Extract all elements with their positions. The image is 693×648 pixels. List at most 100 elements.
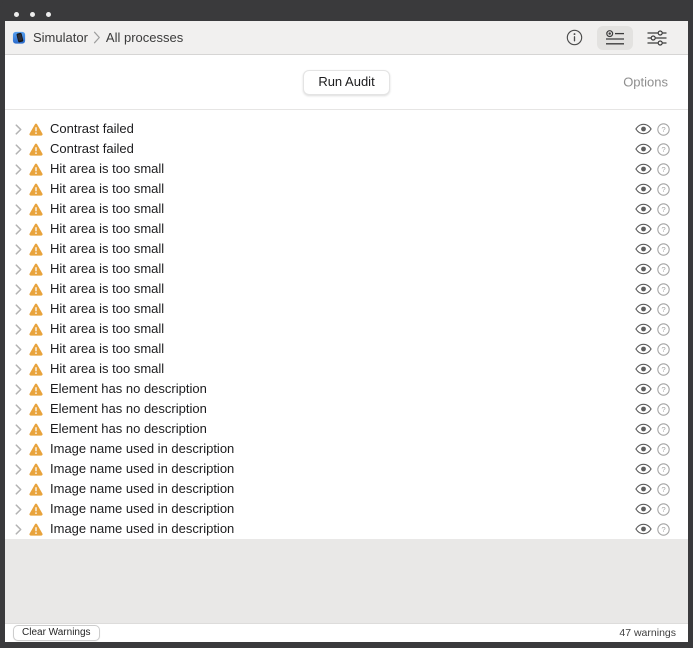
breadcrumb-app[interactable]: Simulator: [33, 30, 88, 45]
question-mark-icon[interactable]: ?: [657, 122, 670, 136]
eye-icon[interactable]: [635, 483, 652, 495]
chevron-right-icon[interactable]: [15, 503, 23, 515]
warning-row[interactable]: Image name used in description ?: [5, 459, 688, 479]
info-button[interactable]: [558, 26, 591, 50]
eye-icon[interactable]: [635, 503, 652, 515]
eye-icon[interactable]: [635, 243, 652, 255]
chevron-right-icon[interactable]: [15, 263, 23, 275]
chevron-right-icon[interactable]: [15, 443, 23, 455]
chevron-right-icon[interactable]: [15, 363, 23, 375]
warning-row[interactable]: Hit area is too small ?: [5, 199, 688, 219]
eye-icon[interactable]: [635, 383, 652, 395]
eye-icon[interactable]: [635, 323, 652, 335]
chevron-right-icon[interactable]: [15, 283, 23, 295]
question-mark-icon[interactable]: ?: [657, 462, 670, 476]
chevron-right-icon[interactable]: [15, 423, 23, 435]
eye-icon[interactable]: [635, 183, 652, 195]
question-mark-icon[interactable]: ?: [657, 442, 670, 456]
question-mark-icon[interactable]: ?: [657, 182, 670, 196]
question-mark-icon[interactable]: ?: [657, 302, 670, 316]
question-mark-icon[interactable]: ?: [657, 482, 670, 496]
warning-row[interactable]: Contrast failed ?: [5, 119, 688, 139]
warning-row[interactable]: Image name used in description ?: [5, 439, 688, 459]
chevron-right-icon[interactable]: [15, 163, 23, 175]
eye-icon[interactable]: [635, 123, 652, 135]
eye-icon[interactable]: [635, 223, 652, 235]
warning-row[interactable]: Hit area is too small ?: [5, 179, 688, 199]
eye-icon[interactable]: [635, 203, 652, 215]
warning-row[interactable]: Image name used in description ?: [5, 479, 688, 499]
eye-icon[interactable]: [635, 143, 652, 155]
breadcrumb-target[interactable]: All processes: [106, 30, 183, 45]
warning-row[interactable]: Element has no description ?: [5, 399, 688, 419]
eye-icon[interactable]: [635, 163, 652, 175]
question-mark-icon[interactable]: ?: [657, 402, 670, 416]
question-mark-icon[interactable]: ?: [657, 322, 670, 336]
warning-row[interactable]: Image name used in description ?: [5, 519, 688, 539]
question-mark-icon[interactable]: ?: [657, 142, 670, 156]
chevron-right-icon[interactable]: [15, 323, 23, 335]
warning-triangle-icon: [29, 363, 43, 376]
warning-row[interactable]: Hit area is too small ?: [5, 259, 688, 279]
window-minimize-button[interactable]: [30, 12, 35, 17]
audit-button[interactable]: [597, 25, 633, 50]
chevron-right-icon[interactable]: [15, 243, 23, 255]
eye-icon[interactable]: [635, 283, 652, 295]
options-button[interactable]: Options: [623, 75, 668, 90]
eye-icon[interactable]: [635, 443, 652, 455]
warning-triangle-icon: [29, 283, 43, 296]
window-close-button[interactable]: [14, 12, 19, 17]
chevron-right-icon[interactable]: [15, 343, 23, 355]
question-mark-icon[interactable]: ?: [657, 522, 670, 536]
warning-row[interactable]: Hit area is too small ?: [5, 279, 688, 299]
question-mark-icon[interactable]: ?: [657, 222, 670, 236]
question-mark-icon[interactable]: ?: [657, 242, 670, 256]
window-zoom-button[interactable]: [46, 12, 51, 17]
clear-warnings-button[interactable]: Clear Warnings: [13, 625, 100, 641]
warning-row[interactable]: Element has no description ?: [5, 419, 688, 439]
chevron-right-icon[interactable]: [15, 183, 23, 195]
audit-header: Run Audit Options: [5, 55, 688, 110]
question-mark-icon[interactable]: ?: [657, 422, 670, 436]
question-mark-icon[interactable]: ?: [657, 202, 670, 216]
eye-icon[interactable]: [635, 523, 652, 535]
run-audit-button[interactable]: Run Audit: [303, 69, 390, 95]
eye-icon[interactable]: [635, 303, 652, 315]
question-mark-icon[interactable]: ?: [657, 502, 670, 516]
question-mark-icon[interactable]: ?: [657, 362, 670, 376]
warning-row[interactable]: Hit area is too small ?: [5, 299, 688, 319]
warning-row[interactable]: Element has no description ?: [5, 379, 688, 399]
warning-row[interactable]: Hit area is too small ?: [5, 359, 688, 379]
audit-checklist-icon: [605, 29, 625, 46]
chevron-right-icon[interactable]: [15, 203, 23, 215]
warning-triangle-icon: [29, 443, 43, 456]
warning-row[interactable]: Hit area is too small ?: [5, 319, 688, 339]
chevron-right-icon[interactable]: [15, 463, 23, 475]
chevron-right-icon[interactable]: [15, 483, 23, 495]
warning-row[interactable]: Hit area is too small ?: [5, 339, 688, 359]
chevron-right-icon[interactable]: [15, 403, 23, 415]
eye-icon[interactable]: [635, 263, 652, 275]
eye-icon[interactable]: [635, 403, 652, 415]
eye-icon[interactable]: [635, 343, 652, 355]
warning-row[interactable]: Hit area is too small ?: [5, 239, 688, 259]
question-mark-icon[interactable]: ?: [657, 282, 670, 296]
eye-icon[interactable]: [635, 423, 652, 435]
chevron-right-icon[interactable]: [15, 223, 23, 235]
question-mark-icon[interactable]: ?: [657, 262, 670, 276]
question-mark-icon[interactable]: ?: [657, 382, 670, 396]
filters-button[interactable]: [639, 26, 675, 50]
question-mark-icon[interactable]: ?: [657, 342, 670, 356]
question-mark-icon[interactable]: ?: [657, 162, 670, 176]
chevron-right-icon[interactable]: [15, 303, 23, 315]
warning-row[interactable]: Hit area is too small ?: [5, 219, 688, 239]
eye-icon[interactable]: [635, 363, 652, 375]
warning-row[interactable]: Hit area is too small ?: [5, 159, 688, 179]
chevron-right-icon[interactable]: [15, 523, 23, 535]
chevron-right-icon[interactable]: [15, 143, 23, 155]
warning-row[interactable]: Image name used in description ?: [5, 499, 688, 519]
chevron-right-icon[interactable]: [15, 383, 23, 395]
warning-row[interactable]: Contrast failed ?: [5, 139, 688, 159]
chevron-right-icon[interactable]: [15, 123, 23, 135]
eye-icon[interactable]: [635, 463, 652, 475]
